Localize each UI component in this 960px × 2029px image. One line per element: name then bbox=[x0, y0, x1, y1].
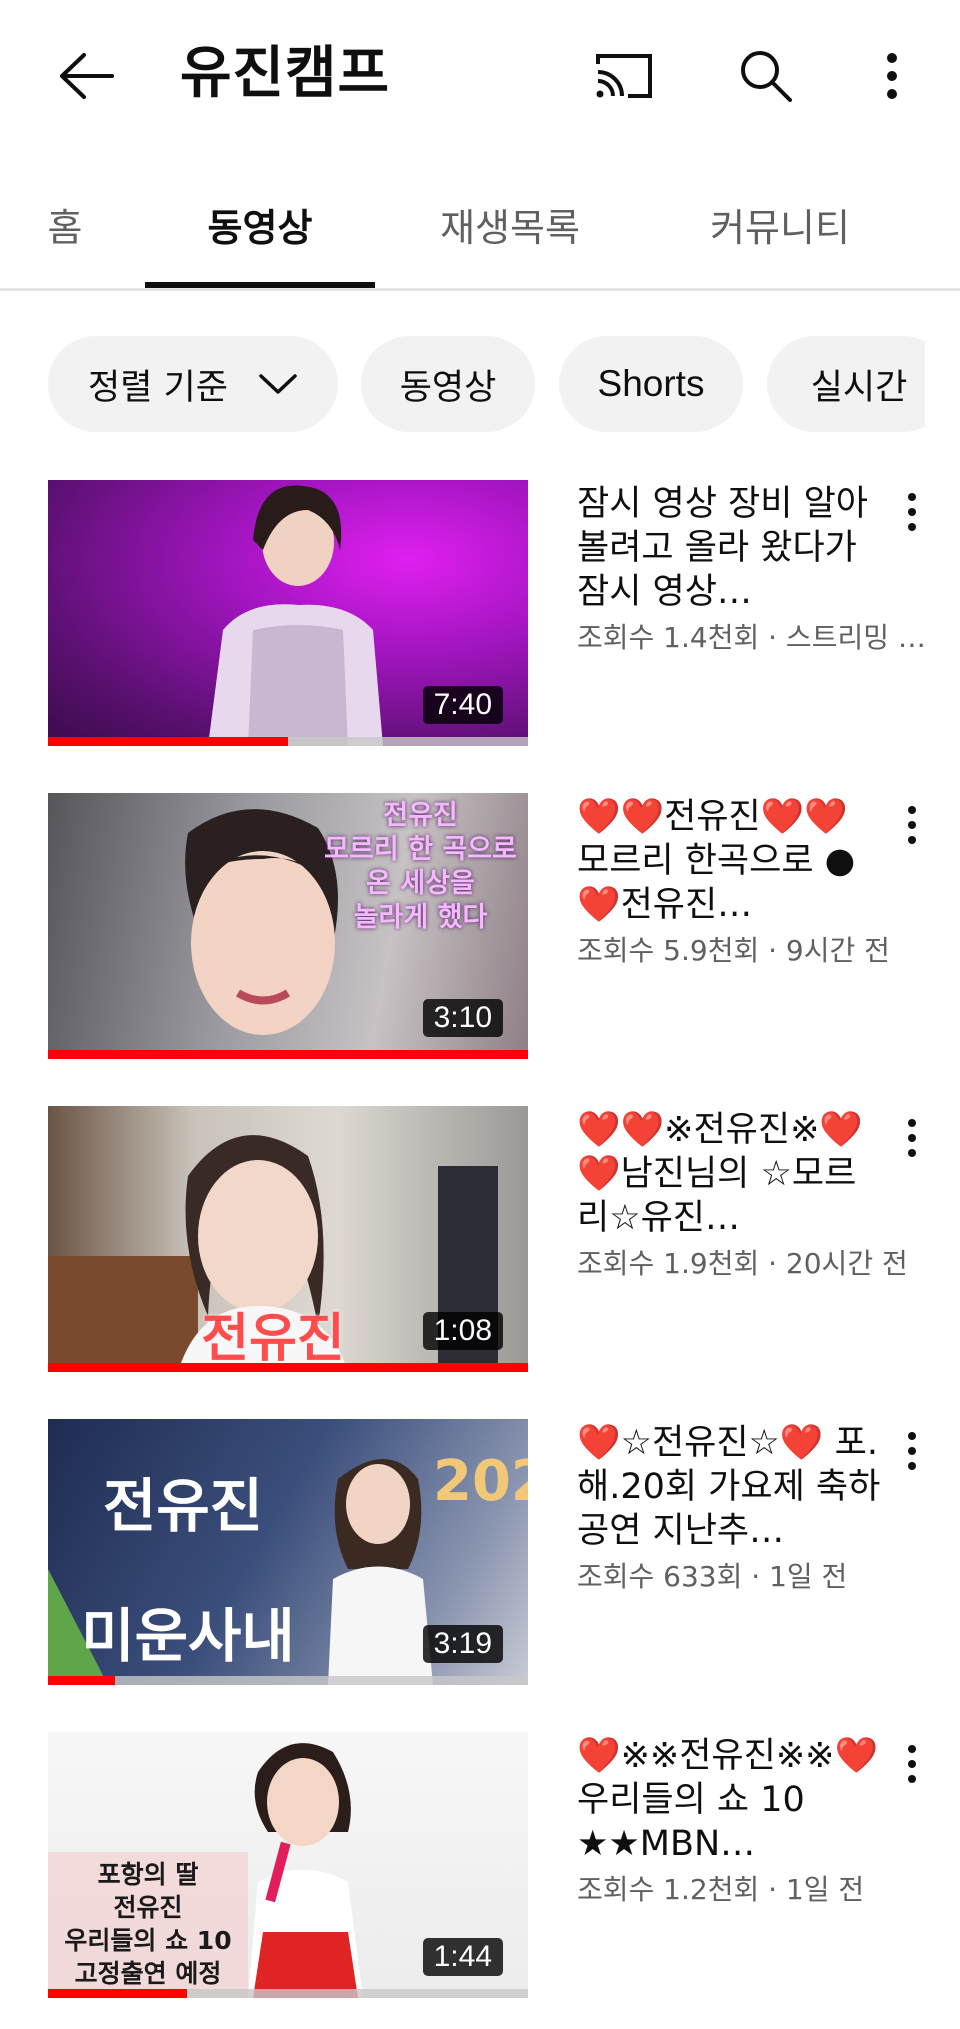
cast-icon[interactable] bbox=[588, 40, 660, 112]
video-item[interactable]: 2020 전유진 미운사내 3:19 ❤️☆전유진☆❤️ 포.해.20회 가요제… bbox=[0, 1419, 960, 1689]
tab-community[interactable]: 커뮤니티 bbox=[680, 160, 880, 288]
video-more-icon[interactable] bbox=[892, 1106, 932, 1170]
video-duration: 1:08 bbox=[422, 1312, 503, 1350]
thumbnail-caption: 전유진 모르리 한 곡으로 온 세상을 놀라게 했다 bbox=[324, 800, 517, 933]
sort-chip[interactable]: 정렬 기준 bbox=[48, 336, 338, 432]
watch-progress-bar bbox=[48, 1050, 528, 1059]
video-title[interactable]: ❤️❤️전유진❤️❤️ 모르리 한곡으로 ●❤️전유진… bbox=[577, 795, 887, 927]
tab-playlists[interactable]: 재생목록 bbox=[410, 160, 610, 288]
video-thumbnail[interactable]: 포항의 딸 전유진 우리들의 쇼 10 고정출연 예정 1:44 bbox=[48, 1732, 528, 1998]
video-item[interactable]: 전유진 모르리 한 곡으로 온 세상을 놀라게 했다 3:10 ❤️❤️전유진❤… bbox=[0, 793, 960, 1063]
watch-progress-bar bbox=[48, 1363, 528, 1372]
sort-chip-label: 정렬 기준 bbox=[88, 367, 228, 408]
watch-progress-fill bbox=[48, 1676, 116, 1685]
search-icon[interactable] bbox=[730, 40, 802, 112]
chevron-down-icon bbox=[258, 372, 298, 396]
chip-shorts[interactable]: Shorts bbox=[559, 336, 743, 432]
watch-progress-bar bbox=[48, 1989, 528, 1998]
filter-chip-bar: 정렬 기준 동영상 Shorts 실시간 bbox=[0, 336, 925, 432]
channel-title: 유진캠프 bbox=[180, 41, 391, 106]
thumbnail-caption: 미운사내 bbox=[81, 1602, 295, 1670]
video-title[interactable]: ❤️❤️※전유진※❤️ ❤️남진님의 ☆모르리☆유진… bbox=[577, 1108, 887, 1240]
tab-videos[interactable]: 동영상 bbox=[145, 160, 375, 288]
watch-progress-fill bbox=[48, 1989, 188, 1998]
thumbnail-caption: 전유진 bbox=[201, 1309, 345, 1369]
video-metadata: 조회수 1.2천회 · 1일 전 bbox=[577, 1873, 865, 1906]
video-duration: 7:40 bbox=[422, 686, 503, 724]
channel-tabs: 홈 동영상 재생목록 커뮤니티 bbox=[0, 160, 960, 291]
video-more-icon[interactable] bbox=[892, 1419, 932, 1483]
video-title[interactable]: ❤️※※전유진※※❤️ 우리들의 쇼 10 ★★MBN… bbox=[577, 1734, 887, 1866]
thumbnail-caption: 포항의 딸 전유진 우리들의 쇼 10 고정출연 예정 bbox=[48, 1852, 248, 1998]
video-title[interactable]: 잠시 영상 장비 알아 볼려고 올라 왔다가 잠시 영상… bbox=[577, 482, 887, 614]
watch-progress-fill bbox=[48, 1050, 528, 1059]
video-thumbnail[interactable]: 전유진 1:08 bbox=[48, 1106, 528, 1372]
video-more-icon[interactable] bbox=[892, 480, 932, 544]
video-metadata: 조회수 5.9천회 · 9시간 전 bbox=[577, 934, 890, 967]
video-more-icon[interactable] bbox=[892, 793, 932, 857]
video-thumbnail[interactable]: 7:40 bbox=[48, 480, 528, 746]
watch-progress-fill bbox=[48, 737, 288, 746]
active-tab-indicator bbox=[145, 282, 375, 288]
top-app-bar: 유진캠프 bbox=[0, 0, 960, 145]
video-item[interactable]: 7:40 잠시 영상 장비 알아 볼려고 올라 왔다가 잠시 영상… 조회수 1… bbox=[0, 480, 960, 750]
watch-progress-bar bbox=[48, 737, 528, 746]
back-arrow-icon[interactable] bbox=[50, 40, 122, 112]
video-metadata: 조회수 633회 · 1일 전 bbox=[577, 1560, 848, 1593]
video-item[interactable]: 전유진 1:08 ❤️❤️※전유진※❤️ ❤️남진님의 ☆모르리☆유진… 조회수… bbox=[0, 1106, 960, 1376]
video-title[interactable]: ❤️☆전유진☆❤️ 포.해.20회 가요제 축하공연 지난추… bbox=[577, 1421, 887, 1553]
video-thumbnail[interactable]: 전유진 모르리 한 곡으로 온 세상을 놀라게 했다 3:10 bbox=[48, 793, 528, 1059]
video-duration: 1:44 bbox=[422, 1938, 503, 1976]
video-more-icon[interactable] bbox=[892, 1732, 932, 1796]
chip-videos[interactable]: 동영상 bbox=[361, 336, 535, 432]
video-duration: 3:19 bbox=[422, 1625, 503, 1663]
video-metadata: 조회수 1.4천회 · 스트리밍 시간: 7시간 전 bbox=[577, 621, 927, 654]
watch-progress-fill bbox=[48, 1363, 528, 1372]
video-thumbnail[interactable]: 2020 전유진 미운사내 3:19 bbox=[48, 1419, 528, 1685]
thumbnail-caption: 2020 bbox=[433, 1449, 528, 1514]
video-duration: 3:10 bbox=[422, 999, 503, 1037]
chip-live[interactable]: 실시간 bbox=[767, 336, 925, 432]
more-vert-icon[interactable] bbox=[862, 40, 922, 112]
watch-progress-bar bbox=[48, 1676, 528, 1685]
video-item[interactable]: 포항의 딸 전유진 우리들의 쇼 10 고정출연 예정 1:44 ❤️※※전유진… bbox=[0, 1732, 960, 2002]
video-metadata: 조회수 1.9천회 · 20시간 전 bbox=[577, 1247, 908, 1280]
tab-home[interactable]: 홈 bbox=[30, 160, 100, 288]
thumbnail-caption: 전유진 bbox=[102, 1472, 264, 1540]
